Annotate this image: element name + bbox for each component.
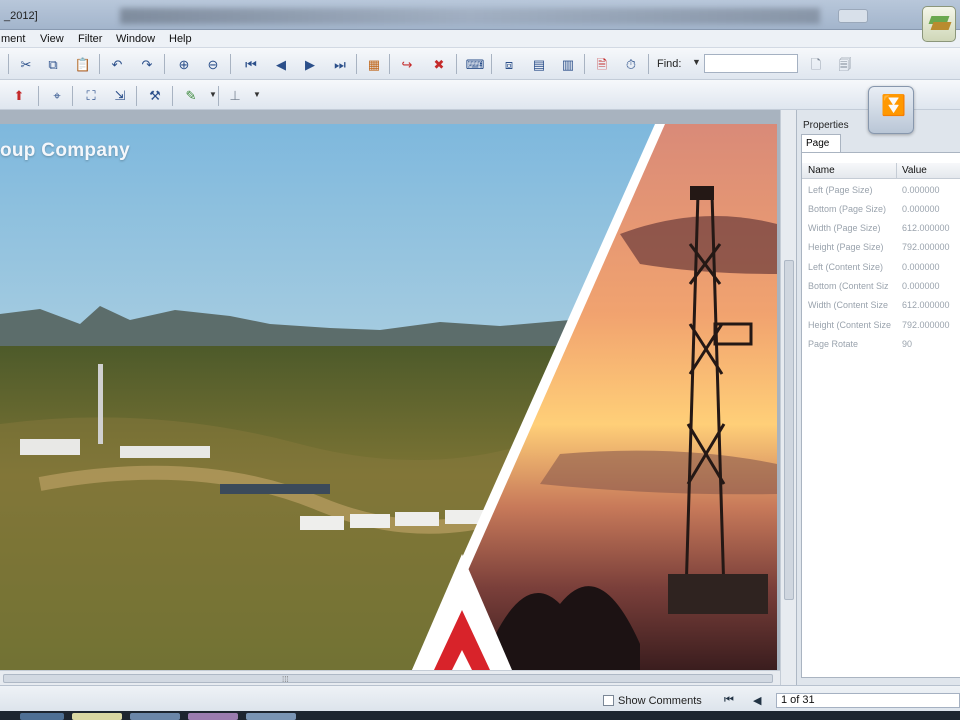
status-prev-page-icon[interactable]: ◀ — [753, 694, 761, 707]
properties-panel: Properties Page Name Value Left (Page Si… — [796, 110, 960, 685]
fit-page-icon[interactable]: ⛶ — [82, 86, 100, 104]
app-logo-icon[interactable] — [922, 6, 956, 42]
paste-icon[interactable]: 📋 — [74, 55, 92, 73]
banner-company-text: oup Company — [0, 140, 130, 161]
find-dropdown-icon[interactable]: ▼ — [692, 57, 701, 67]
table-row[interactable]: Width (Content Size 612.000000 — [802, 296, 960, 315]
show-comments-label: Show Comments — [618, 695, 702, 707]
last-page-icon[interactable]: ⏭ — [331, 55, 349, 73]
stamp-icon[interactable]: ⊥ — [226, 86, 244, 104]
highlight-dropdown-icon[interactable]: ▼ — [204, 86, 222, 104]
calendar-icon[interactable]: ▦ — [365, 55, 383, 73]
taskbar-item[interactable] — [188, 713, 238, 720]
document-view: oup Company — [0, 110, 796, 685]
title-bar: _2012] — [0, 0, 960, 30]
column-header-value[interactable]: Value — [902, 165, 927, 176]
stamp-dropdown-icon[interactable]: ▼ — [248, 86, 266, 104]
first-page-icon[interactable]: ⏮ — [242, 55, 260, 73]
table-row[interactable]: Height (Page Size) 792.000000 — [802, 238, 960, 257]
menu-bar: ment View Filter Window Help — [0, 30, 960, 48]
taskbar-item[interactable] — [130, 713, 180, 720]
layout-icon[interactable]: ▥ — [559, 55, 577, 73]
zoom-in-icon[interactable]: ⊕ — [175, 55, 193, 73]
undo-icon[interactable]: ↶ — [108, 55, 126, 73]
main-toolbar: ✂ ⧉ 📋 ↶ ↷ ⊕ ⊖ ⏮ ◀ ▶ ⏭ ▦ ↪ ✖ ⌨ ⧈ ▤ ▥ 🗎 ⏱ … — [0, 48, 960, 80]
find-next-icon[interactable]: 🗋 — [807, 55, 825, 73]
keyboard-icon[interactable]: ⌨ — [466, 55, 485, 73]
taskbar-item[interactable] — [246, 713, 296, 720]
fit-width-icon[interactable]: ⇲ — [111, 86, 129, 104]
minimize-button[interactable] — [838, 9, 868, 23]
document-icon[interactable]: 🗎 — [593, 55, 611, 73]
copy-icon[interactable]: ⧉ — [44, 55, 62, 73]
menu-window[interactable]: Window — [116, 33, 155, 45]
table-header: Name Value — [802, 163, 960, 179]
redo-action-icon[interactable]: ↪ — [398, 55, 416, 73]
status-bar: Show Comments ⏮ ◀ 1 of 31 — [0, 685, 960, 711]
prev-page-icon[interactable]: ◀ — [272, 55, 290, 73]
blurred-title-area — [120, 8, 820, 24]
menu-document[interactable]: ment — [1, 33, 25, 45]
secondary-toolbar: ⬆ ⌖ ⛶ ⇲ ⚒ ✎ ▼ ⊥ ▼ — [0, 80, 960, 110]
next-page-icon[interactable]: ▶ — [301, 55, 319, 73]
table-row[interactable]: Bottom (Page Size) 0.000000 — [802, 200, 960, 219]
highlight-icon[interactable]: ✎ — [182, 86, 200, 104]
table-row[interactable]: Width (Page Size) 612.000000 — [802, 219, 960, 238]
page-photo-collage — [0, 124, 777, 670]
status-first-page-icon[interactable]: ⏮ — [724, 694, 734, 707]
find-input[interactable] — [704, 54, 798, 73]
table-row[interactable]: Left (Page Size) 0.000000 — [802, 181, 960, 200]
taskbar — [0, 711, 960, 720]
taskbar-item[interactable] — [72, 713, 122, 720]
export-icon[interactable]: ⬆ — [10, 86, 28, 104]
double-chevron-down-icon: ⏬ — [881, 95, 906, 117]
properties-table: Name Value Left (Page Size) 0.000000 Bot… — [801, 152, 960, 678]
collapse-panel-button[interactable]: ⏬ — [868, 86, 914, 134]
tools-icon[interactable]: ⚒ — [146, 86, 164, 104]
scissors-icon[interactable]: ✂ — [17, 55, 35, 73]
grid-icon[interactable]: ▤ — [530, 55, 548, 73]
table-row[interactable]: Page Rotate 90 — [802, 335, 960, 354]
app-window: _2012] ment View Filter Window Help ✂ ⧉ … — [0, 0, 960, 720]
pdf-page[interactable]: oup Company — [0, 124, 777, 670]
taskbar-item[interactable] — [20, 713, 64, 720]
scroll-grip-icon: ⁞⁞⁞ — [282, 675, 289, 684]
horizontal-scrollbar[interactable]: ⁞⁞⁞ — [0, 670, 780, 685]
column-header-name[interactable]: Name — [808, 165, 835, 176]
zoom-out-icon[interactable]: ⊖ — [204, 55, 222, 73]
show-comments-checkbox[interactable] — [603, 695, 614, 706]
find-options-icon[interactable]: 🗐 — [836, 55, 854, 73]
clock-icon[interactable]: ⏱ — [622, 55, 640, 73]
window-title: _2012] — [4, 10, 38, 22]
table-row[interactable]: Left (Content Size) 0.000000 — [802, 258, 960, 277]
menu-help[interactable]: Help — [169, 33, 192, 45]
table-row[interactable]: Bottom (Content Siz 0.000000 — [802, 277, 960, 296]
crop-icon[interactable]: ⧈ — [500, 55, 518, 73]
tab-page[interactable]: Page — [801, 134, 841, 152]
table-row[interactable]: Height (Content Size 792.000000 — [802, 316, 960, 335]
menu-filter[interactable]: Filter — [78, 33, 102, 45]
page-number-field[interactable]: 1 of 31 — [776, 693, 960, 708]
panel-title: Properties — [803, 120, 849, 131]
vertical-scrollbar[interactable] — [780, 110, 796, 685]
select-tool-icon[interactable]: ⌖ — [48, 86, 66, 104]
find-label: Find: — [657, 58, 682, 70]
redo-icon[interactable]: ↷ — [138, 55, 156, 73]
menu-view[interactable]: View — [40, 33, 64, 45]
delete-icon[interactable]: ✖ — [430, 55, 448, 73]
